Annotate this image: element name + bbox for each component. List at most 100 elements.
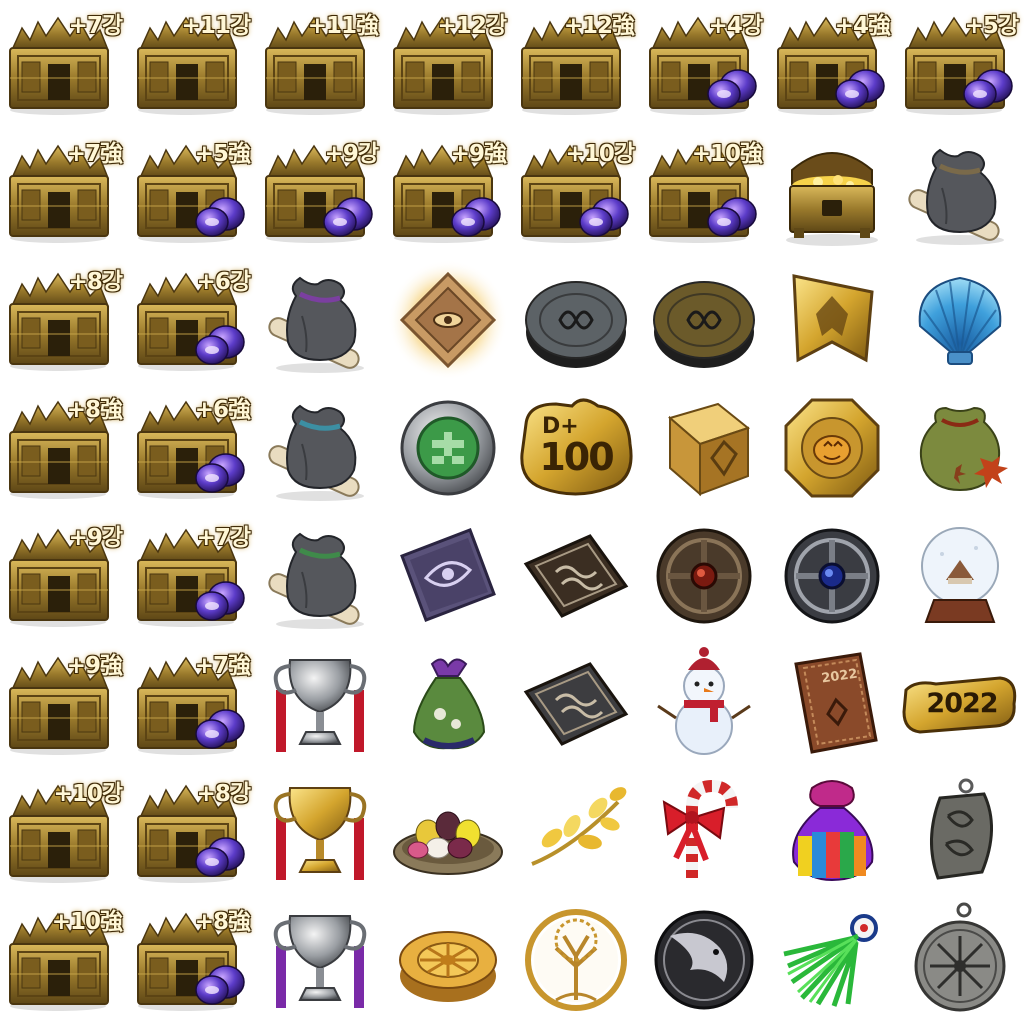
item-slot[interactable]: +8強 <box>0 384 128 512</box>
silver-trophy-icon <box>256 896 384 1024</box>
item-slot[interactable]: +9강 <box>256 128 384 256</box>
enhance-level-label: +8강 <box>68 269 123 295</box>
green-pouch-icon <box>384 640 512 768</box>
treasure-chest-icon <box>768 128 896 256</box>
item-slot[interactable]: +4強 <box>768 0 896 128</box>
golden-cube-icon <box>640 384 768 512</box>
item-slot[interactable]: +10강 <box>0 768 128 896</box>
item-slot[interactable] <box>768 128 896 256</box>
item-slot[interactable] <box>640 384 768 512</box>
item-slot[interactable] <box>256 256 384 384</box>
item-slot[interactable]: +6강 <box>128 256 256 384</box>
enhance-level-label: +6강 <box>196 269 251 295</box>
item-slot[interactable] <box>512 640 640 768</box>
item-slot[interactable]: +6強 <box>128 384 256 512</box>
item-slot[interactable] <box>640 896 768 1024</box>
item-slot[interactable]: +7強 <box>128 640 256 768</box>
enhance-level-label: +9強 <box>66 653 123 679</box>
enhance-level-label: +8강 <box>196 781 251 807</box>
raven-coin-icon <box>640 896 768 1024</box>
item-slot[interactable]: 2022 <box>768 640 896 768</box>
golden-banner-icon <box>768 256 896 384</box>
tinsel-pompom-icon <box>768 896 896 1024</box>
item-slot[interactable]: +7強 <box>0 128 128 256</box>
enhance-level-label: +8強 <box>194 909 251 935</box>
item-slot[interactable] <box>256 768 384 896</box>
candy-cane-icon <box>640 768 768 896</box>
item-slot[interactable] <box>768 896 896 1024</box>
item-slot[interactable]: +9強 <box>384 128 512 256</box>
enhance-level-label: +10강 <box>53 781 123 807</box>
item-slot[interactable] <box>768 512 896 640</box>
item-slot[interactable] <box>768 768 896 896</box>
item-slot[interactable]: +11강 <box>128 0 256 128</box>
gold-trophy-icon <box>256 768 384 896</box>
item-slot[interactable] <box>384 896 512 1024</box>
item-slot[interactable]: 2022 <box>896 640 1024 768</box>
item-slot[interactable]: +5강 <box>896 0 1024 128</box>
item-slot[interactable]: +8강 <box>128 768 256 896</box>
snowman-icon <box>640 640 768 768</box>
item-slot[interactable] <box>512 896 640 1024</box>
item-slot[interactable] <box>256 384 384 512</box>
sun-cake-icon <box>384 896 512 1024</box>
item-slot[interactable]: +9強 <box>0 640 128 768</box>
golden-sprig-icon <box>512 768 640 896</box>
item-slot[interactable]: +8강 <box>0 256 128 384</box>
item-slot[interactable] <box>640 640 768 768</box>
item-slot[interactable] <box>384 640 512 768</box>
item-slot[interactable]: D+ 100 <box>512 384 640 512</box>
item-slot[interactable] <box>384 768 512 896</box>
item-slot[interactable] <box>384 512 512 640</box>
pouch-scroll-icon <box>896 128 1024 256</box>
item-slot[interactable]: +8強 <box>128 896 256 1024</box>
item-slot[interactable]: +12強 <box>512 0 640 128</box>
item-slot[interactable] <box>768 384 896 512</box>
d-plus-number: 100 <box>539 435 614 479</box>
pumpkin-coin-icon <box>768 384 896 512</box>
rune-tile-icon <box>512 512 640 640</box>
item-slot[interactable]: +12강 <box>384 0 512 128</box>
item-slot[interactable] <box>896 512 1024 640</box>
item-slot[interactable] <box>896 768 1024 896</box>
item-slot[interactable]: +7강 <box>128 512 256 640</box>
enhance-level-label: +9強 <box>450 141 507 167</box>
enhance-level-label: +11強 <box>307 13 379 39</box>
item-slot[interactable]: +10강 <box>512 128 640 256</box>
rune-pendant-icon <box>896 896 1024 1024</box>
enhance-level-label: +10강 <box>565 141 635 167</box>
enhance-level-label: +4강 <box>708 13 763 39</box>
item-slot[interactable] <box>640 768 768 896</box>
item-slot[interactable] <box>768 256 896 384</box>
item-slot[interactable]: +10強 <box>0 896 128 1024</box>
rice-cake-plate-icon <box>384 768 512 896</box>
item-slot[interactable] <box>896 896 1024 1024</box>
pouch-scroll-icon <box>256 256 384 384</box>
stone-disc-icon <box>640 256 768 384</box>
leather-journal-icon: 2022 <box>768 640 896 768</box>
item-slot[interactable] <box>896 256 1024 384</box>
item-slot[interactable] <box>384 384 512 512</box>
item-slot[interactable] <box>512 512 640 640</box>
d-plus-100-text: D+ 100 <box>534 416 618 479</box>
item-slot[interactable] <box>640 512 768 640</box>
item-slot[interactable] <box>256 512 384 640</box>
item-slot[interactable] <box>512 768 640 896</box>
item-slot[interactable] <box>640 256 768 384</box>
item-slot[interactable] <box>512 256 640 384</box>
rune-tile-icon <box>512 640 640 768</box>
item-slot[interactable] <box>896 384 1024 512</box>
item-slot[interactable]: +9강 <box>0 512 128 640</box>
item-slot[interactable] <box>384 256 512 384</box>
item-slot[interactable] <box>896 128 1024 256</box>
item-slot[interactable]: +10強 <box>640 128 768 256</box>
enhance-level-label: +12強 <box>563 13 635 39</box>
item-slot[interactable] <box>256 896 384 1024</box>
item-slot[interactable]: +11強 <box>256 0 384 128</box>
item-slot[interactable]: +5強 <box>128 128 256 256</box>
item-slot[interactable]: +7강 <box>0 0 128 128</box>
enhance-level-label: +5강 <box>964 13 1019 39</box>
item-slot[interactable]: +4강 <box>640 0 768 128</box>
enhance-level-label: +9강 <box>68 525 123 551</box>
item-slot[interactable] <box>256 640 384 768</box>
